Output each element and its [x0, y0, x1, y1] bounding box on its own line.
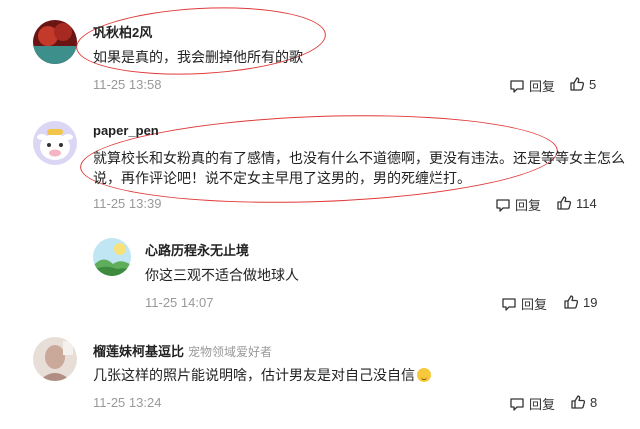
comment-1: 巩秋柏2风 如果是真的，我会删掉他所有的歌 11-25 13:58 回复 5	[0, 0, 640, 105]
thumbs-up-icon	[570, 77, 585, 91]
comment-4: 榴莲妹柯基逗比 宠物领域爱好者 几张这样的照片能说明啥，估计男友是对自己没自信 1…	[0, 325, 640, 429]
reply-label: 回复	[529, 79, 556, 94]
comment-text-line2: 说，再作评论吧！说不定女主早甩了这男的，男的死缠烂打。	[93, 170, 471, 186]
username[interactable]: 巩秋柏2风	[93, 22, 152, 41]
like-count: 5	[589, 76, 597, 92]
avatar[interactable]	[93, 238, 131, 276]
comment-text: 如果是真的，我会删掉他所有的歌	[93, 49, 303, 65]
laughing-emoji-icon	[417, 368, 431, 382]
thumbs-up-icon	[557, 196, 572, 210]
user-tag: 宠物领域爱好者	[188, 345, 273, 359]
reply-button[interactable]: 回复	[509, 394, 555, 413]
thumbs-up-icon	[564, 295, 579, 309]
reply-label: 回复	[529, 397, 556, 412]
comment-2: paper_pen 就算校长和女粉真的有了感情，也没有什么不道德啊，更没有违法。…	[0, 105, 640, 225]
like-count: 114	[576, 195, 597, 211]
comment-text: 几张这样的照片能说明啥，估计男友是对自己没自信	[93, 363, 431, 387]
like-button[interactable]: 8	[570, 394, 597, 410]
timestamp: 11-25 14:07	[145, 295, 214, 310]
comment-text: 你这三观不适合做地球人	[145, 267, 299, 283]
thumbs-up-icon	[571, 395, 586, 409]
reply-button[interactable]: 回复	[509, 76, 555, 95]
reply-button[interactable]: 回复	[495, 195, 541, 214]
timestamp: 11-25 13:24	[93, 395, 162, 410]
comment-icon	[502, 297, 516, 311]
username-text: 榴莲妹柯基逗比	[93, 344, 185, 359]
reply-label: 回复	[515, 198, 542, 213]
timestamp: 11-25 13:58	[93, 77, 162, 92]
comment-3-reply: 心路历程永无止境 你这三观不适合做地球人 11-25 14:07 回复 19	[0, 225, 640, 325]
avatar[interactable]	[33, 121, 77, 165]
like-button[interactable]: 114	[556, 195, 597, 211]
username[interactable]: 心路历程永无止境	[145, 240, 249, 259]
like-count: 8	[590, 394, 598, 410]
reply-button[interactable]: 回复	[501, 294, 547, 313]
like-button[interactable]: 5	[569, 76, 596, 92]
reply-label: 回复	[521, 297, 548, 312]
username[interactable]: 榴莲妹柯基逗比 宠物领域爱好者	[93, 341, 272, 360]
like-count: 19	[583, 294, 598, 310]
like-button[interactable]: 19	[563, 294, 597, 310]
comment-icon	[496, 198, 510, 212]
timestamp: 11-25 13:39	[93, 196, 162, 211]
avatar[interactable]	[33, 337, 77, 381]
comment-icon	[510, 79, 524, 93]
username[interactable]: paper_pen	[93, 123, 159, 138]
comment-text-body: 几张这样的照片能说明啥，估计男友是对自己没自信	[93, 367, 415, 383]
avatar[interactable]	[33, 20, 77, 64]
comment-icon	[510, 397, 524, 411]
